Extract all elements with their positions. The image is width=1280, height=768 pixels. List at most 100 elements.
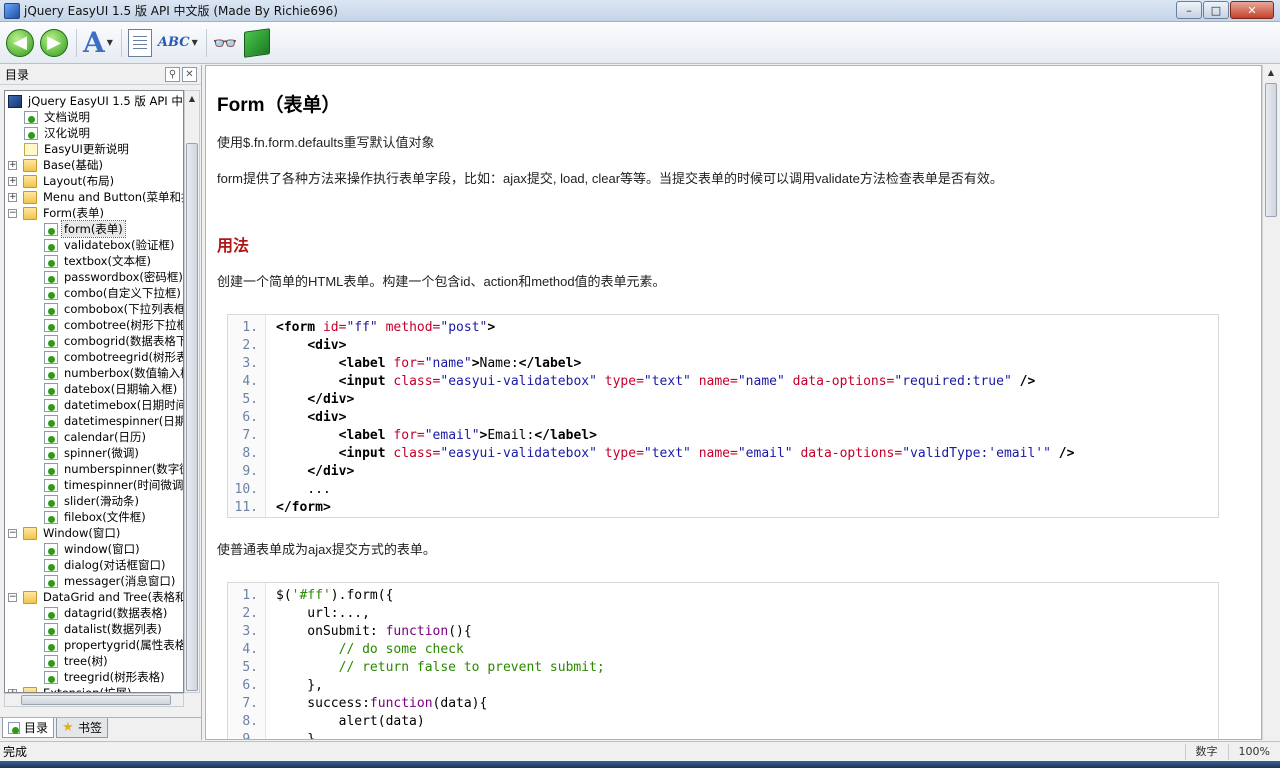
folder-icon <box>23 190 37 204</box>
close-button[interactable]: ✕ <box>1230 1 1274 19</box>
tree-item[interactable]: jQuery EasyUI 1.5 版 API 中文版 <box>8 93 183 109</box>
page-icon <box>24 126 38 140</box>
tree-folder[interactable]: + Base(基础) <box>8 157 105 173</box>
taskbar <box>0 761 1280 768</box>
tree-item-label: combobox(下拉列表框) <box>64 302 184 316</box>
close-icon[interactable]: ✕ <box>182 67 197 82</box>
forward-button[interactable]: ▶ <box>40 27 68 59</box>
page-icon <box>44 574 58 588</box>
page-icon <box>44 398 58 412</box>
tree-item-label: slider(滑动条) <box>64 494 139 508</box>
tree-item[interactable]: propertygrid(属性表格) <box>44 637 184 653</box>
bookmark-button[interactable] <box>243 27 270 59</box>
tree-item[interactable]: combo(自定义下拉框) <box>44 285 183 301</box>
navigation-panel: 目录 ⚲ ✕ jQuery EasyUI 1.5 版 API 中文版文档说明汉化… <box>0 65 202 740</box>
line-number: 2. <box>242 606 258 621</box>
tree-item[interactable]: datetimespinner(日期时间微调) <box>44 413 183 429</box>
tree-item[interactable]: combogrid(数据表格下拉框) <box>44 333 183 349</box>
tree-item[interactable]: datalist(数据列表) <box>44 621 164 637</box>
tree-folder[interactable]: + Extension(扩展) <box>8 685 133 692</box>
expand-icon[interactable]: + <box>8 160 17 170</box>
page-icon <box>44 622 58 636</box>
line-number: 3. <box>242 624 258 639</box>
find-button[interactable]: ABC ▼ <box>158 27 198 59</box>
zoom-level[interactable]: 100% <box>1227 743 1280 760</box>
tree-item[interactable]: messager(消息窗口) <box>44 573 177 589</box>
tree-item[interactable]: combobox(下拉列表框) <box>44 301 184 317</box>
tree-item[interactable]: slider(滑动条) <box>44 493 141 509</box>
contents-icon <box>8 721 20 734</box>
tree-item[interactable]: 汉化说明 <box>24 125 92 141</box>
code-text: url:..., <box>276 606 370 621</box>
scrollbar-thumb[interactable] <box>186 143 198 691</box>
back-icon: ◀ <box>6 28 34 57</box>
tab-bookmarks[interactable]: ★ 书签 <box>56 718 109 738</box>
tree-item[interactable]: datebox(日期输入框) <box>44 381 179 397</box>
tree-item[interactable]: tree(树) <box>44 653 110 669</box>
minimize-button[interactable]: – <box>1176 1 1202 19</box>
tree-item[interactable]: passwordbox(密码框) <box>44 269 183 285</box>
folder-icon <box>23 206 37 220</box>
tree-folder[interactable]: + Menu and Button(菜单和按钮) <box>8 189 183 205</box>
tree-folder[interactable]: − Window(窗口) <box>8 525 122 541</box>
contents-icon <box>127 28 152 57</box>
code-line: 5. // return false to prevent submit; <box>228 659 604 677</box>
tree-item-label: propertygrid(属性表格) <box>64 638 184 652</box>
tree-item-label: numberbox(数值输入框) <box>64 366 184 380</box>
tree-item[interactable]: spinner(微调) <box>44 445 141 461</box>
tree-folder[interactable]: − Form(表单) <box>8 205 106 221</box>
back-button[interactable]: ◀ <box>6 27 34 59</box>
tree-item[interactable]: datetimebox(日期时间输入框) <box>44 397 183 413</box>
tree-item-label: combo(自定义下拉框) <box>64 286 181 300</box>
contents-button[interactable] <box>127 27 152 59</box>
options-button[interactable]: 👓 <box>213 27 238 59</box>
tree-item-label: datebox(日期输入框) <box>64 382 178 396</box>
tree-item[interactable]: dialog(对话框窗口) <box>44 557 168 573</box>
content-vertical-scrollbar[interactable]: ▲ <box>1262 65 1279 740</box>
scrollbar-thumb[interactable] <box>21 695 171 705</box>
scroll-up-icon[interactable]: ▲ <box>1263 65 1279 81</box>
scrollbar-thumb[interactable] <box>1265 83 1277 217</box>
code-text: // return false to prevent submit; <box>276 660 605 675</box>
tree-item[interactable]: form(表单) <box>44 220 126 238</box>
tree-item[interactable]: combotree(树形下拉框) <box>44 317 184 333</box>
app-icon <box>4 2 20 19</box>
tree-item[interactable]: timespinner(时间微调) <box>44 477 183 493</box>
tree-item-label: combotree(树形下拉框) <box>64 318 184 332</box>
tree-item[interactable]: numberspinner(数字微调) <box>44 461 183 477</box>
collapse-icon[interactable]: − <box>8 208 17 218</box>
tree-item[interactable]: numberbox(数值输入框) <box>44 365 184 381</box>
expand-icon[interactable]: + <box>8 176 17 186</box>
tree-item[interactable]: treegrid(树形表格) <box>44 669 167 685</box>
code-text: $('#ff').form({ <box>276 588 394 603</box>
code-text: }, <box>276 678 323 693</box>
tree-horizontal-scrollbar[interactable] <box>4 693 184 707</box>
code-text: success:function(data){ <box>276 696 488 711</box>
expand-icon[interactable]: + <box>8 192 17 202</box>
collapse-icon[interactable]: − <box>8 592 17 602</box>
line-number: 3. <box>242 356 258 371</box>
tree-folder[interactable]: − DataGrid and Tree(表格和树) <box>8 589 183 605</box>
tree-item[interactable]: validatebox(验证框) <box>44 237 176 253</box>
collapse-icon[interactable]: − <box>8 528 17 538</box>
tree-item[interactable]: window(窗口) <box>44 541 142 557</box>
tree-item-label: combogrid(数据表格下拉框) <box>64 334 183 348</box>
tree-folder[interactable]: + Layout(布局) <box>8 173 116 189</box>
tree-item[interactable]: filebox(文件框) <box>44 509 148 525</box>
tree-item[interactable]: datagrid(数据表格) <box>44 605 169 621</box>
maximize-button[interactable]: □ <box>1203 1 1229 19</box>
tree-item[interactable]: calendar(日历) <box>44 429 148 445</box>
scroll-up-icon[interactable]: ▲ <box>185 91 199 107</box>
status-text: 完成 <box>3 745 28 759</box>
tree-vertical-scrollbar[interactable]: ▲ <box>184 90 200 693</box>
code-line: 11. </form> <box>228 499 331 517</box>
tree-item[interactable]: combotreegrid(树形表格下拉框) <box>44 349 183 365</box>
star-icon: ★ <box>62 719 74 735</box>
tree-item[interactable]: textbox(文本框) <box>44 253 153 269</box>
tree-item[interactable]: EasyUI更新说明 <box>24 141 131 157</box>
page-icon <box>44 670 58 684</box>
tree-item[interactable]: 文档说明 <box>24 109 92 125</box>
tab-contents[interactable]: 目录 <box>2 718 55 738</box>
font-button[interactable]: A ▼ <box>83 27 113 59</box>
pin-icon[interactable]: ⚲ <box>165 67 180 82</box>
